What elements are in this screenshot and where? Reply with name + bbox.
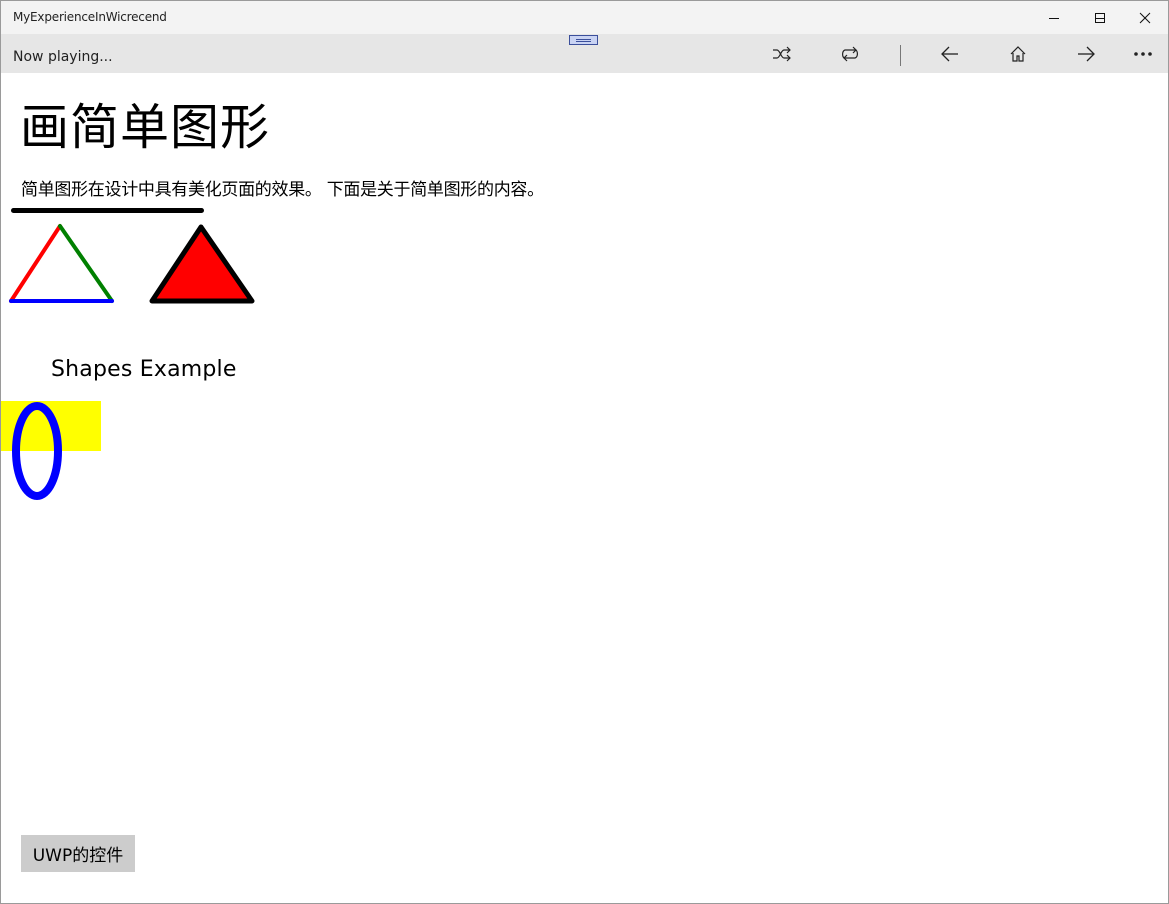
back-arrow-icon xyxy=(941,46,958,61)
shuffle-button[interactable] xyxy=(759,34,805,73)
page-description: 简单图形在设计中具有美化页面的效果。 下面是关于简单图形的内容。 xyxy=(21,180,544,200)
close-button[interactable] xyxy=(1122,1,1168,34)
uwp-controls-button[interactable]: UWP的控件 xyxy=(21,835,135,872)
shapes-example-label: Shapes Example xyxy=(51,357,237,382)
filled-triangle xyxy=(149,224,255,304)
more-icon xyxy=(1134,51,1152,56)
minimize-icon xyxy=(1049,17,1059,19)
grip-handle-icon[interactable] xyxy=(569,35,598,45)
forward-button[interactable] xyxy=(1063,34,1109,73)
back-button[interactable] xyxy=(927,34,973,73)
triangle-right-edge xyxy=(58,224,114,303)
maximize-button[interactable] xyxy=(1077,1,1123,34)
outline-triangle xyxy=(9,224,114,303)
shuffle-icon xyxy=(773,46,791,61)
page-title: 画简单图形 xyxy=(20,99,271,156)
appbar-separator xyxy=(900,45,901,66)
repeat-button[interactable] xyxy=(827,34,873,73)
triangle-left-edge xyxy=(9,224,62,303)
now-playing-text: Now playing... xyxy=(13,49,113,65)
home-button[interactable] xyxy=(995,34,1041,73)
page-content: 画简单图形 简单图形在设计中具有美化页面的效果。 下面是关于简单图形的内容。 S… xyxy=(1,73,1168,903)
forward-arrow-icon xyxy=(1078,46,1095,61)
rect-ellipse-canvas xyxy=(1,401,101,500)
close-icon xyxy=(1139,12,1151,23)
app-title: MyExperienceInWicrecend xyxy=(13,10,167,24)
app-window: MyExperienceInWicrecend Now playing... 画… xyxy=(0,0,1169,904)
minimize-button-area[interactable] xyxy=(1031,1,1077,34)
triangles-canvas xyxy=(9,224,255,304)
app-bar: Now playing... xyxy=(1,34,1168,73)
repeat-icon xyxy=(842,46,858,61)
maximize-icon xyxy=(1095,12,1105,23)
title-bar[interactable]: MyExperienceInWicrecend xyxy=(1,1,1168,34)
home-icon xyxy=(1010,45,1026,62)
more-button[interactable] xyxy=(1120,34,1166,73)
